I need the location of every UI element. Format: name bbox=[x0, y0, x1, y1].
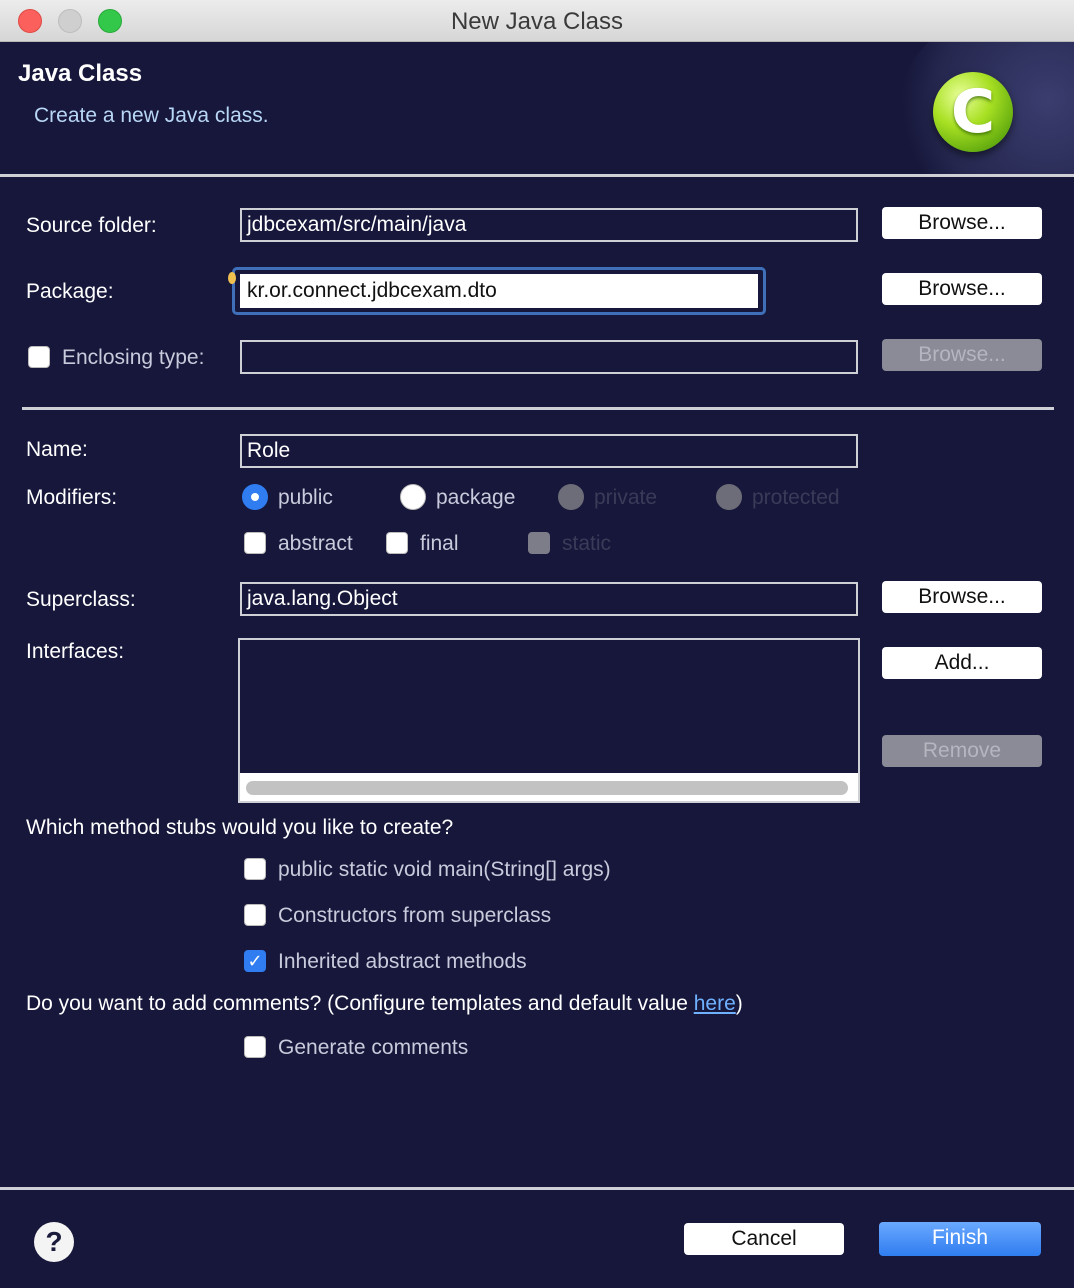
method-stubs-question: Which method stubs would you like to cre… bbox=[26, 816, 454, 839]
window-title: New Java Class bbox=[450, 8, 624, 35]
source-folder-label: Source folder: bbox=[26, 214, 157, 237]
configure-templates-link[interactable]: here bbox=[694, 992, 736, 1015]
enclosing-type-browse-button: Browse... bbox=[882, 339, 1042, 371]
java-class-icon: C bbox=[933, 72, 1013, 152]
main-method-label: public static void main(String[] args) bbox=[278, 858, 611, 881]
add-interface-button[interactable]: Add... bbox=[882, 647, 1042, 679]
constructors-label: Constructors from superclass bbox=[278, 904, 552, 927]
interfaces-list[interactable] bbox=[238, 638, 860, 803]
content-assist-bulb-icon bbox=[228, 272, 236, 284]
private-radio bbox=[558, 484, 584, 510]
wizard-subtitle: Create a new Java class. bbox=[34, 104, 269, 127]
package-input[interactable]: kr.or.connect.jdbcexam.dto bbox=[240, 274, 758, 308]
public-radio[interactable] bbox=[242, 484, 268, 510]
source-folder-input[interactable]: jdbcexam/src/main/java bbox=[240, 208, 858, 242]
generate-comments-checkbox[interactable] bbox=[244, 1036, 266, 1058]
source-folder-browse-button[interactable]: Browse... bbox=[882, 207, 1042, 239]
final-checkbox-label: final bbox=[420, 532, 459, 555]
abstract-checkbox-label: abstract bbox=[278, 532, 353, 555]
interfaces-label: Interfaces: bbox=[26, 640, 125, 663]
finish-button[interactable]: Finish bbox=[879, 1222, 1041, 1256]
static-checkbox-label: static bbox=[562, 532, 612, 555]
static-checkbox bbox=[528, 532, 550, 554]
superclass-browse-button[interactable]: Browse... bbox=[882, 581, 1042, 613]
protected-radio bbox=[716, 484, 742, 510]
window-titlebar: New Java Class bbox=[0, 0, 1074, 42]
wizard-title: Java Class bbox=[18, 60, 143, 87]
package-radio-label: package bbox=[436, 486, 516, 509]
constructors-checkbox[interactable] bbox=[244, 904, 266, 926]
package-label: Package: bbox=[26, 280, 114, 303]
public-radio-label: public bbox=[278, 486, 333, 509]
enclosing-type-label: Enclosing type: bbox=[62, 346, 205, 369]
header-separator bbox=[0, 174, 1074, 177]
comments-question-suffix: ) bbox=[735, 992, 743, 1015]
main-method-checkbox[interactable] bbox=[244, 858, 266, 880]
inherited-methods-label: Inherited abstract methods bbox=[278, 950, 527, 973]
enclosing-type-input[interactable] bbox=[240, 340, 858, 374]
name-label: Name: bbox=[26, 438, 88, 461]
comments-question-text: Do you want to add comments? (Configure … bbox=[26, 992, 694, 1015]
scrollbar-thumb[interactable] bbox=[246, 781, 848, 795]
superclass-label: Superclass: bbox=[26, 588, 136, 611]
enclosing-type-checkbox[interactable] bbox=[28, 346, 50, 368]
modifiers-label: Modifiers: bbox=[26, 486, 118, 509]
remove-interface-button: Remove bbox=[882, 735, 1042, 767]
footer-separator bbox=[0, 1187, 1074, 1190]
wizard-header: Java Class Create a new Java class. C bbox=[0, 42, 1074, 175]
package-browse-button[interactable]: Browse... bbox=[882, 273, 1042, 305]
generate-comments-label: Generate comments bbox=[278, 1036, 469, 1059]
comments-question: Do you want to add comments? (Configure … bbox=[26, 992, 743, 1016]
help-icon[interactable]: ? bbox=[34, 1222, 74, 1262]
cancel-button[interactable]: Cancel bbox=[684, 1223, 844, 1255]
protected-radio-label: protected bbox=[752, 486, 840, 509]
superclass-input[interactable]: java.lang.Object bbox=[240, 582, 858, 616]
interfaces-horizontal-scrollbar[interactable] bbox=[240, 773, 858, 801]
private-radio-label: private bbox=[594, 486, 658, 509]
final-checkbox[interactable] bbox=[386, 532, 408, 554]
section-separator bbox=[22, 407, 1054, 410]
class-name-input[interactable]: Role bbox=[240, 434, 858, 468]
package-radio[interactable] bbox=[400, 484, 426, 510]
abstract-checkbox[interactable] bbox=[244, 532, 266, 554]
inherited-methods-checkbox[interactable]: ✓ bbox=[244, 950, 266, 972]
